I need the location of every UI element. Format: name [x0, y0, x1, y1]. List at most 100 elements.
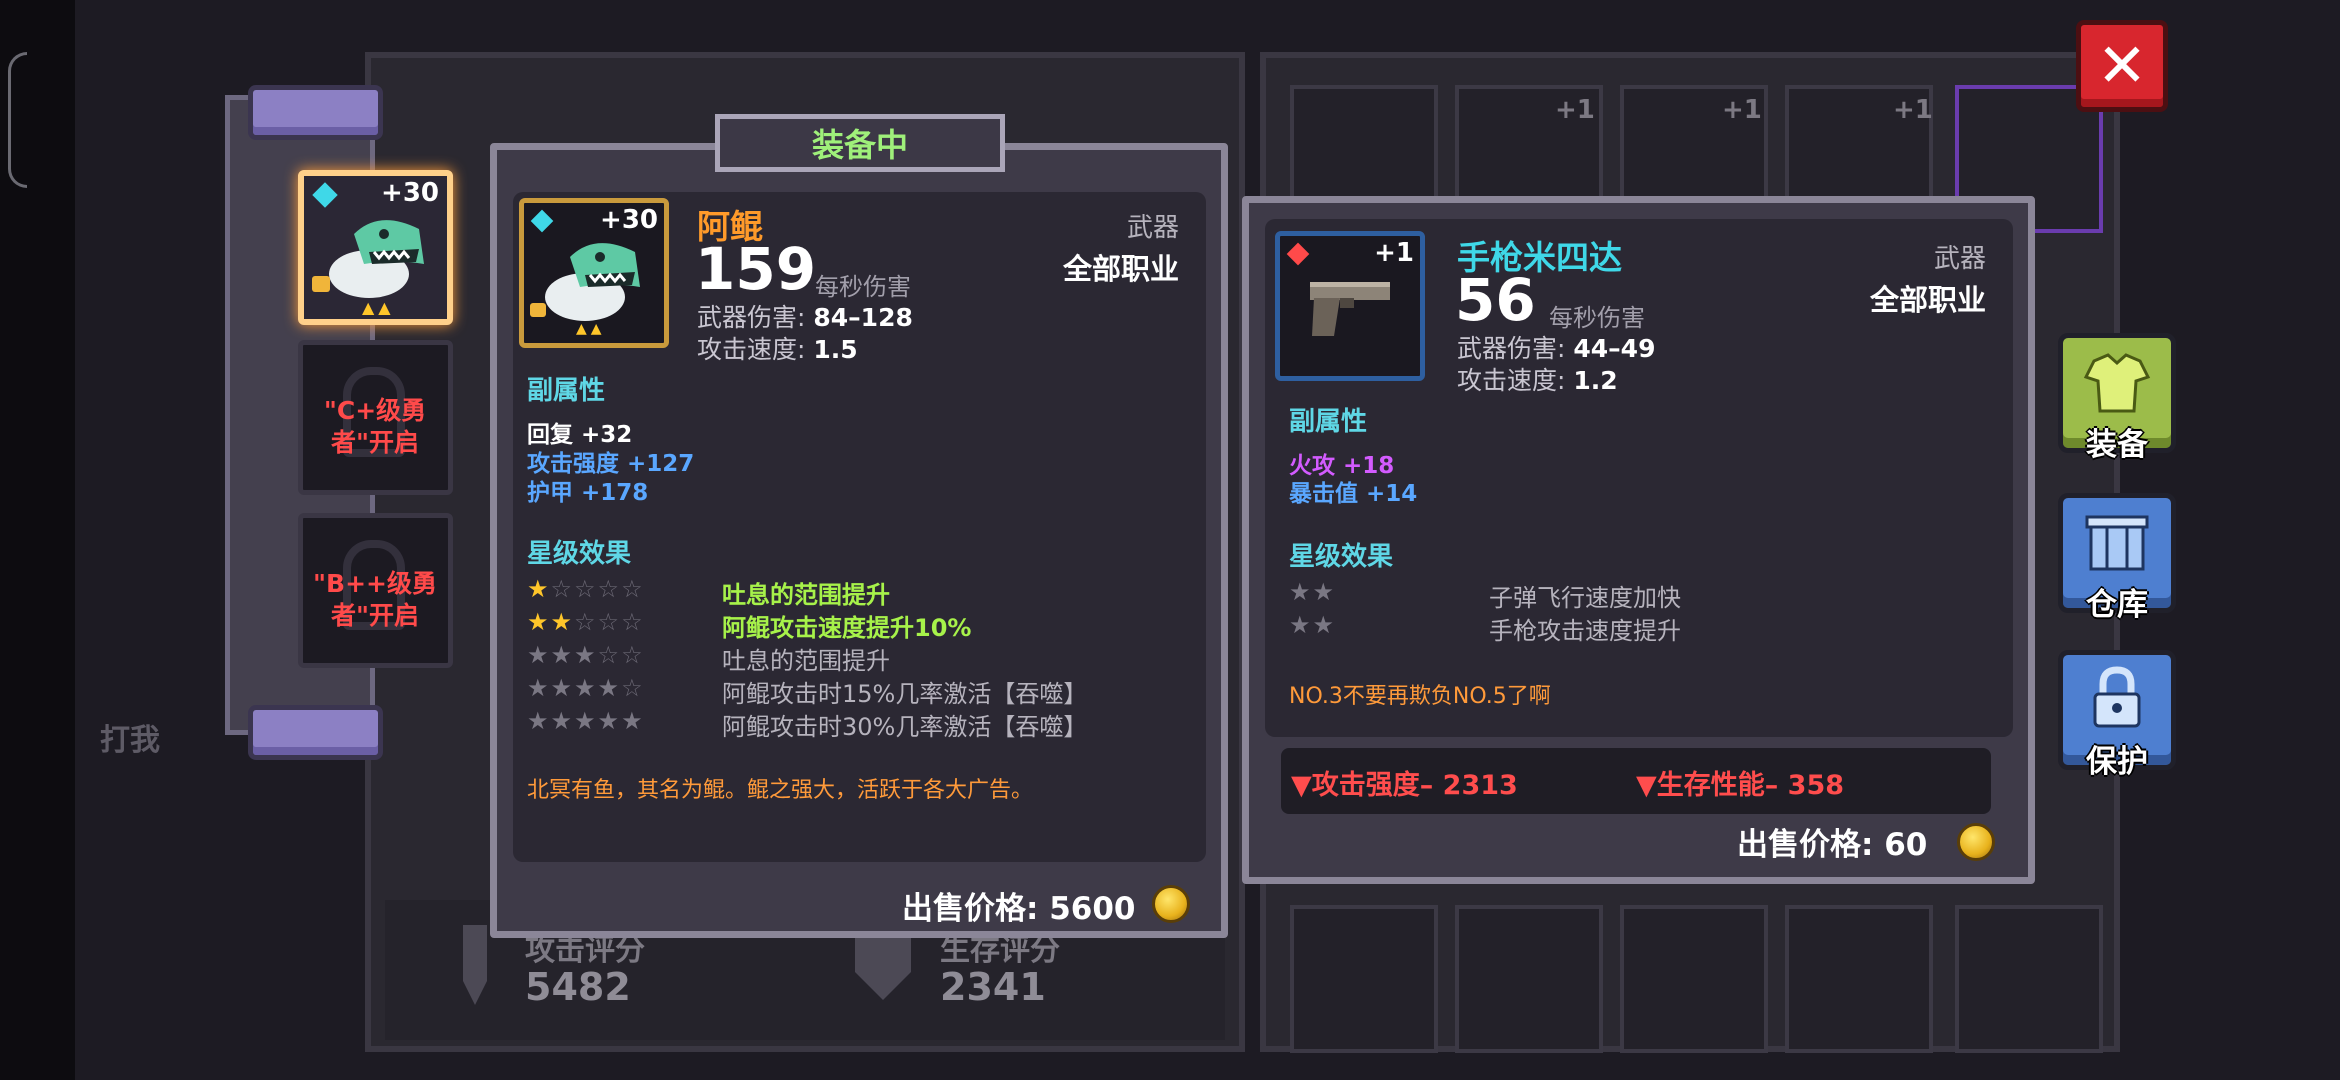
dim-background-label: 打我 [100, 723, 160, 758]
star-icon: ☆ [621, 674, 645, 702]
star-rating-icon: ★★★☆☆ [527, 641, 645, 669]
protect-label: 保护 [2086, 744, 2148, 780]
star-effect-row: ★★★☆☆ 吐息的范围提升 [527, 641, 1177, 675]
storage-button[interactable]: 仓库 [2058, 493, 2176, 623]
star-effect-text: 子弹飞行速度加快 [1489, 584, 1681, 612]
compare-item-card: +1 手枪米四达 56 每秒伤害 武器 全部职业 武器伤害: 44–49 攻击速… [1242, 196, 2035, 884]
item-class: 全部职业 [1062, 252, 1179, 286]
star-icon: ★ [527, 707, 551, 735]
scroll-down-button[interactable] [248, 705, 383, 760]
star-icon: ★ [550, 674, 575, 702]
star-icon: ☆ [621, 641, 645, 669]
attack-speed: 攻击速度: 1.5 [697, 335, 858, 364]
star-icon: ★ [527, 575, 551, 603]
star-icon: ★ [527, 641, 551, 669]
chest-icon [2085, 515, 2149, 571]
survival-difference: ▼生存性能– 358 [1636, 770, 1845, 801]
pistol-icon [1310, 282, 1390, 336]
slot-unlock-requirement: "C+级勇者"开启 [323, 396, 427, 457]
inventory-slot[interactable] [1620, 905, 1768, 1053]
item-type: 武器 [1126, 213, 1179, 243]
lock-icon [312, 276, 330, 292]
star-icon: ★ [574, 707, 598, 735]
close-icon: ✕ [2096, 31, 2148, 101]
star-icon: ☆ [550, 575, 575, 603]
weapon-damage: 武器伤害: 44–49 [1457, 334, 1656, 363]
dps-label: 每秒伤害 [1549, 304, 1645, 332]
star-icon: ★ [574, 674, 598, 702]
sub-attribute: 暴击值 +14 [1289, 481, 1418, 507]
star-effect-text: 吐息的范围提升 [722, 581, 890, 609]
item-description: 北冥有鱼，其名为鲲。鲲之强大，活跃于各大广告。 [527, 778, 1034, 803]
star-icon: ★ [527, 608, 551, 636]
equip-button[interactable]: 装备 [2058, 333, 2176, 463]
star-rating-icon: ★★ [1289, 578, 1336, 606]
green-dragon-fish-icon [545, 243, 640, 321]
item-dps: 159 [695, 235, 817, 303]
star-rating-icon: ★★ [1289, 611, 1336, 639]
star-icon: ★ [550, 707, 575, 735]
star-icon: ★ [597, 707, 622, 735]
inventory-slot[interactable] [1455, 905, 1603, 1053]
armor-icon [2083, 353, 2151, 413]
star-icon: ☆ [597, 575, 622, 603]
star-effect-text: 吐息的范围提升 [722, 647, 890, 675]
star-effect-text: 阿鲲攻击速度提升10% [722, 614, 972, 642]
hero-slot-selected[interactable]: +30 ▲▲ [298, 170, 453, 325]
dps-label: 每秒伤害 [815, 273, 911, 301]
star-icon: ★ [597, 674, 622, 702]
star-icon: ★ [621, 707, 645, 735]
inventory-count: +1 [1555, 95, 1595, 125]
sell-price: 出售价格: 5600 [902, 891, 1136, 927]
inventory-slot[interactable] [1785, 905, 1933, 1053]
star-rating-icon: ★☆☆☆☆ [527, 575, 645, 603]
close-button[interactable]: ✕ [2076, 20, 2168, 112]
star-icon: ☆ [597, 608, 622, 636]
scroll-up-button[interactable] [248, 85, 383, 140]
inventory-slot[interactable] [1955, 905, 2103, 1053]
protect-button[interactable]: 保护 [2058, 650, 2176, 780]
hero-slot-locked[interactable]: "C+级勇者"开启 [298, 340, 453, 495]
fire-feet-icon: ▲▲ [576, 321, 606, 337]
star-icon: ☆ [621, 608, 645, 636]
fire-feet-icon: ▲▲ [362, 298, 395, 317]
slot-unlock-requirement: "B++级勇者"开启 [313, 569, 437, 630]
item-class: 全部职业 [1869, 283, 1986, 317]
inventory-slot[interactable] [1290, 905, 1438, 1053]
sub-attribute: 护甲 +178 [527, 480, 649, 506]
star-effect-row: ★☆☆☆☆ 吐息的范围提升 [527, 575, 1177, 609]
survival-score-value: 2341 [940, 965, 1046, 1009]
coin-icon [1152, 885, 1190, 923]
star-icon: ★ [1312, 578, 1337, 606]
star-effect-row: ★★ 子弹飞行速度加快 [1289, 578, 1989, 612]
star-effect-row: ★★★★☆ 阿鲲攻击时15%几率激活【吞噬】 [527, 674, 1177, 708]
equip-label: 装备 [2086, 427, 2148, 463]
lock-icon [530, 303, 546, 317]
star-rating-icon: ★★★★★ [527, 707, 645, 735]
star-icon: ★ [527, 674, 551, 702]
stat-difference-box: ▼攻击强度– 2313 ▼生存性能– 358 [1281, 748, 1991, 814]
star-effect-row: ★★ 手枪攻击速度提升 [1289, 611, 1989, 645]
sub-attributes-title: 副属性 [527, 376, 606, 406]
hero-slot-locked[interactable]: "B++级勇者"开启 [298, 513, 453, 668]
inventory-count: +1 [1722, 95, 1762, 125]
star-effect-text: 阿鲲攻击时30%几率激活【吞噬】 [722, 713, 1088, 741]
star-effects-title: 星级效果 [1289, 542, 1394, 572]
attack-difference: ▼攻击强度– 2313 [1291, 770, 1518, 801]
star-icon: ☆ [574, 608, 598, 636]
padlock-icon [2093, 666, 2141, 728]
star-effect-row: ★★☆☆☆ 阿鲲攻击速度提升10% [527, 608, 1177, 642]
star-rating-icon: ★★☆☆☆ [527, 608, 645, 636]
coin-icon [1957, 823, 1995, 861]
gem-icon [1286, 242, 1310, 266]
star-icon: ★ [574, 641, 598, 669]
star-icon: ☆ [597, 641, 622, 669]
inventory-count: +1 [1893, 95, 1933, 125]
sub-attributes-title: 副属性 [1289, 407, 1368, 437]
star-rating-icon: ★★★★☆ [527, 674, 645, 702]
equipped-item-card: +30 ▲▲ 阿鲲 159 每秒伤害 武器 全部职业 武器伤害: 84–128 … [490, 143, 1228, 938]
star-icon: ☆ [621, 575, 645, 603]
star-icon: ★ [1289, 578, 1313, 606]
star-icon: ★ [1312, 611, 1337, 639]
attack-score-value: 5482 [525, 965, 631, 1009]
